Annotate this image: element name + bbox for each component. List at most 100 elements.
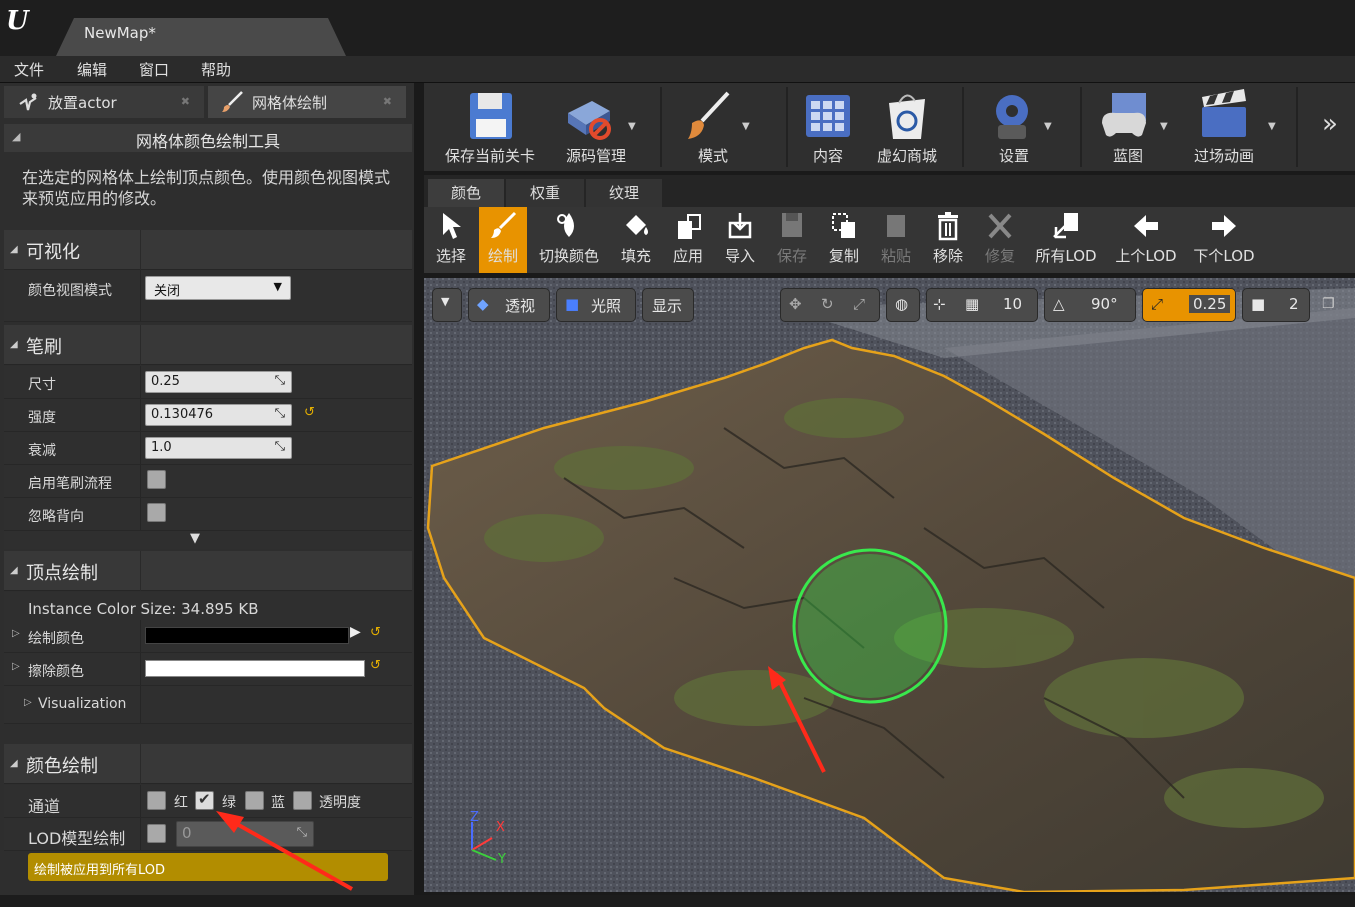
- grid-snap-group[interactable]: ⊹ ▦ 10: [926, 288, 1038, 322]
- settings-button[interactable]: ▼ 设置: [972, 83, 1056, 172]
- reset-to-default-icon[interactable]: ↺: [304, 405, 315, 420]
- section-brush[interactable]: ◢ 笔刷: [4, 325, 412, 365]
- paint-tool-button[interactable]: 绘制: [479, 207, 527, 273]
- tab-textures[interactable]: 纹理: [586, 179, 662, 207]
- row-visualization-sub[interactable]: ▷ Visualization: [4, 686, 412, 724]
- brush-size-input[interactable]: 0.25 ⤡: [145, 371, 292, 393]
- fill-tool-button[interactable]: 填充: [612, 207, 660, 273]
- show-button[interactable]: 显示: [642, 288, 694, 322]
- marketplace-button[interactable]: 虚幻商城: [864, 83, 950, 172]
- save-tool-button[interactable]: 保存: [768, 207, 816, 273]
- import-tool-button[interactable]: 导入: [716, 207, 764, 273]
- menu-help[interactable]: 帮助: [201, 59, 231, 80]
- viewport-scene[interactable]: [424, 278, 1355, 892]
- color-view-mode-dropdown[interactable]: 关闭 ▼: [145, 276, 291, 300]
- scale-snap-icon[interactable]: ⤢: [1151, 295, 1163, 313]
- previous-lod-button[interactable]: 上个LOD: [1108, 207, 1184, 273]
- content-button[interactable]: 内容: [796, 83, 860, 172]
- channel-red-checkbox[interactable]: [147, 791, 166, 810]
- tool-header[interactable]: ◢ 网格体颜色绘制工具: [4, 124, 412, 152]
- section-vertex-paint[interactable]: ◢ 顶点绘制: [4, 551, 412, 591]
- section-visualization[interactable]: ◢ 可视化: [4, 230, 412, 270]
- advanced-expander[interactable]: ▼: [4, 531, 412, 549]
- chevron-down-icon[interactable]: ▼: [742, 121, 750, 132]
- expand-arrow-icon[interactable]: ▷: [12, 661, 20, 672]
- brush-flow-checkbox[interactable]: [147, 470, 166, 489]
- paint-tool-label: 绘制: [487, 247, 518, 265]
- paste-tool-button[interactable]: 粘贴: [872, 207, 920, 273]
- document-tab[interactable]: NewMap*: [56, 18, 346, 56]
- reset-to-default-icon[interactable]: ↺: [370, 658, 381, 673]
- swap-color-button[interactable]: 切换颜色: [532, 207, 606, 273]
- blueprint-button[interactable]: ▼ 蓝图: [1090, 83, 1168, 172]
- close-icon[interactable]: ✖: [181, 95, 190, 108]
- color-picker-arrow-icon[interactable]: ▶: [350, 624, 361, 640]
- translate-icon[interactable]: ✥: [789, 295, 802, 313]
- chevron-down-icon[interactable]: ▼: [1044, 121, 1052, 132]
- surface-snap-icon[interactable]: ⊹: [933, 295, 946, 313]
- source-control-button[interactable]: ▼ 源码管理: [550, 83, 642, 172]
- menu-edit[interactable]: 编辑: [77, 59, 107, 80]
- ignore-back-checkbox[interactable]: [147, 503, 166, 522]
- brush-strength-input[interactable]: 0.130476 ⤡: [145, 404, 292, 426]
- reset-to-default-icon[interactable]: ↺: [370, 625, 381, 640]
- erase-color-swatch[interactable]: [145, 660, 365, 677]
- chevron-down-icon[interactable]: ▼: [1268, 121, 1276, 132]
- grid-icon[interactable]: ▦: [965, 295, 979, 313]
- menu-bar: 文件 编辑 窗口 帮助: [0, 56, 1355, 83]
- camera-speed-group[interactable]: ■ 2: [1242, 288, 1310, 322]
- expand-arrow-icon[interactable]: ▷: [12, 628, 20, 639]
- menu-file[interactable]: 文件: [14, 59, 44, 80]
- tab-mesh-paint[interactable]: 网格体绘制 ✖: [208, 86, 406, 118]
- paint-color-swatch[interactable]: [145, 627, 349, 644]
- lod-paint-checkbox[interactable]: [147, 824, 166, 843]
- remove-tool-button[interactable]: 移除: [924, 207, 972, 273]
- toolbar-overflow-icon[interactable]: »: [1322, 109, 1338, 139]
- cinematics-button[interactable]: ▼ 过场动画: [1186, 83, 1276, 172]
- status-strip: [0, 895, 1355, 907]
- perspective-button[interactable]: ◆ 透视: [468, 288, 550, 322]
- brush-strength-value: 0.130476: [151, 407, 214, 422]
- section-color-paint-title: 颜色绘制: [26, 756, 98, 777]
- save-level-button[interactable]: 保存当前关卡: [432, 83, 548, 172]
- angle-snap-value[interactable]: 90°: [1091, 295, 1118, 313]
- chevron-down-icon[interactable]: ▼: [628, 121, 636, 132]
- section-color-paint[interactable]: ◢ 颜色绘制: [4, 744, 412, 784]
- chevron-down-icon[interactable]: ▼: [1160, 121, 1168, 132]
- grid-snap-value[interactable]: 10: [1003, 295, 1022, 313]
- scale-snap-group[interactable]: ⤢ 0.25: [1142, 288, 1236, 322]
- import-icon: [728, 213, 752, 239]
- tab-place-actor[interactable]: 放置actor ✖: [4, 86, 204, 118]
- modes-button[interactable]: ▼ 模式: [668, 83, 758, 172]
- all-lod-icon: [1053, 213, 1078, 239]
- next-lod-button[interactable]: 下个LOD: [1186, 207, 1262, 273]
- section-brush-title: 笔刷: [26, 337, 62, 358]
- maximize-viewport-icon[interactable]: ❐: [1322, 296, 1335, 312]
- copy-tool-button[interactable]: 复制: [820, 207, 868, 273]
- scale-snap-value[interactable]: 0.25: [1189, 295, 1231, 313]
- level-viewport[interactable]: Z X Y ▼ ◆ 透视 ■ 光照 显示 ✥ ↻ ⤢ ◍ ⊹ ▦ 10 △ 90…: [424, 278, 1355, 892]
- rotate-icon[interactable]: ↻: [821, 295, 834, 313]
- angle-snap-group[interactable]: △ 90°: [1044, 288, 1136, 322]
- scale-icon[interactable]: ⤢: [853, 295, 865, 313]
- menu-window[interactable]: 窗口: [139, 59, 169, 80]
- tab-colors[interactable]: 颜色: [428, 179, 504, 207]
- brush-falloff-input[interactable]: 1.0 ⤡: [145, 437, 292, 459]
- tool-header-title: 网格体颜色绘制工具: [135, 132, 280, 151]
- transform-tools-group[interactable]: ✥ ↻ ⤢: [780, 288, 880, 322]
- apply-tool-button[interactable]: 应用: [664, 207, 712, 273]
- copy-tool-label: 复制: [828, 247, 859, 265]
- select-tool-button[interactable]: 选择: [428, 207, 474, 273]
- viewport-options-button[interactable]: ▼: [432, 288, 462, 322]
- lighting-button[interactable]: ■ 光照: [556, 288, 636, 322]
- all-lod-button[interactable]: 所有LOD: [1028, 207, 1104, 273]
- angle-icon[interactable]: △: [1053, 295, 1065, 313]
- modes-label: 模式: [697, 147, 728, 165]
- camera-speed-value[interactable]: 2: [1289, 295, 1299, 313]
- fix-tool-button[interactable]: 修复: [976, 207, 1024, 273]
- paste-icon: [887, 215, 905, 237]
- close-icon[interactable]: ✖: [383, 95, 392, 108]
- lod-paint-label: LOD模型绘制: [28, 829, 126, 848]
- world-space-button[interactable]: ◍: [886, 288, 920, 322]
- tab-weights[interactable]: 权重: [506, 179, 584, 207]
